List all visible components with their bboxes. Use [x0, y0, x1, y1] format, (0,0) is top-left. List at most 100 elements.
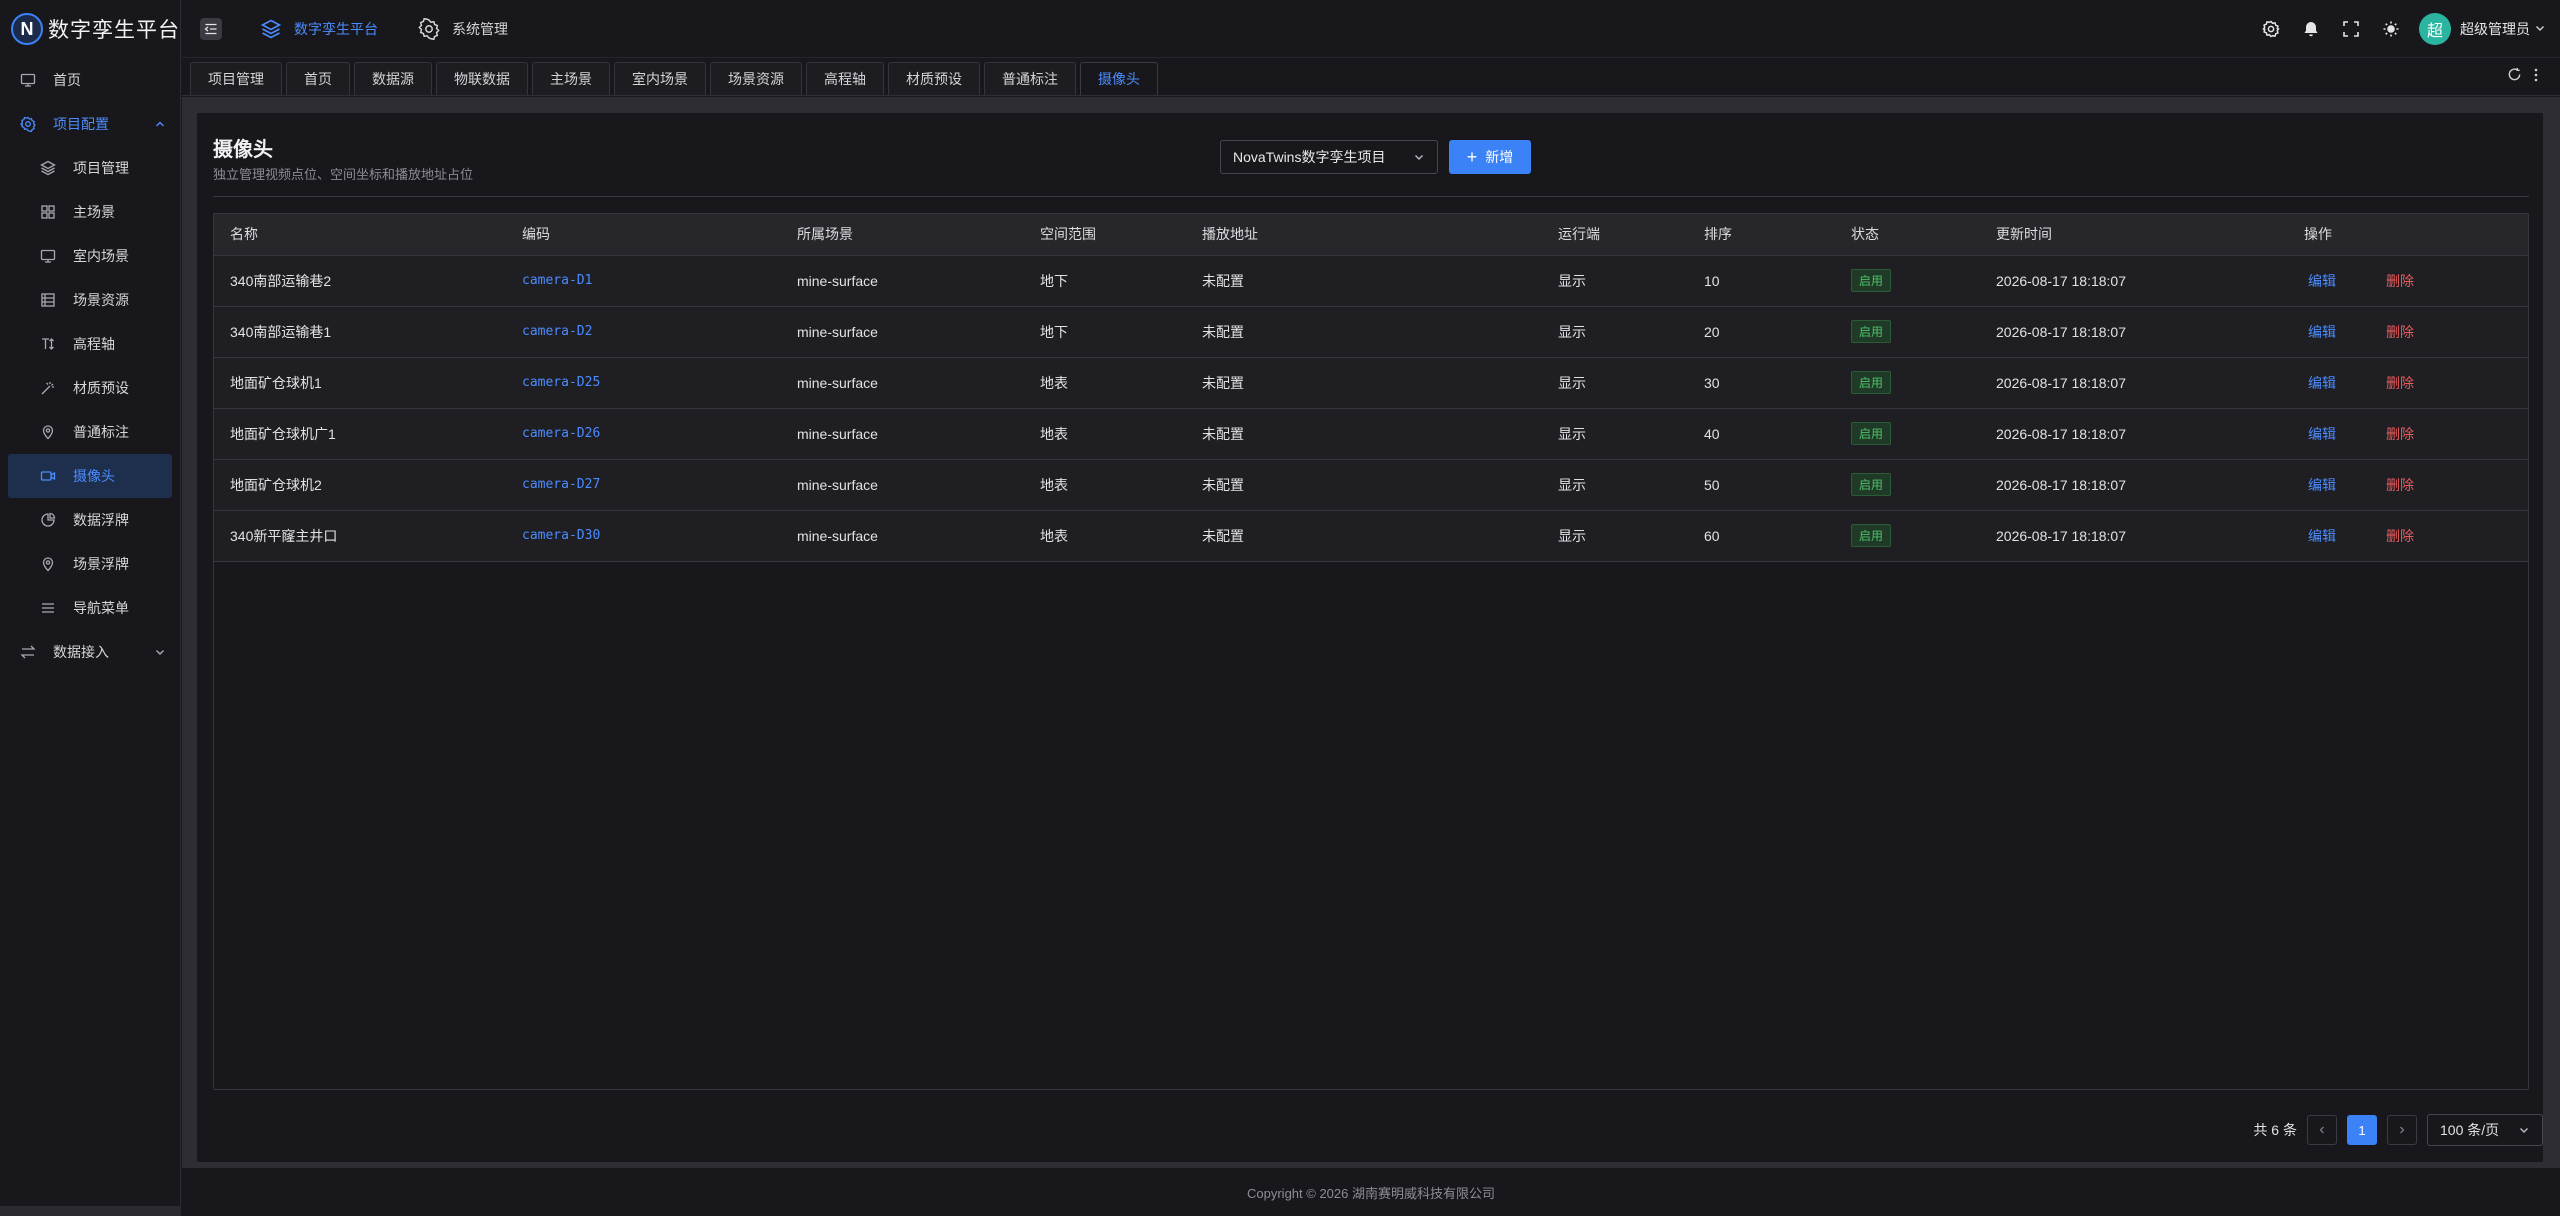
column-header[interactable]: 运行端 [1542, 214, 1688, 256]
camera-table: 名称 编码 所属场景 空间范围 播放地址 运行端 排序 状态 更新时间 操作 3… [213, 213, 2529, 1090]
status-badge: 启用 [1851, 269, 1892, 292]
column-header[interactable]: 更新时间 [1980, 214, 2288, 256]
table-row[interactable]: 340南部运输巷1 camera-D2 mine-surface 地下 未配置 … [214, 306, 2528, 358]
sidebar-item-label: 普通标注 [73, 424, 129, 440]
cell-code[interactable]: camera-D2 [506, 306, 781, 358]
cell-code[interactable]: camera-D30 [506, 510, 781, 562]
fullscreen-icon[interactable] [2341, 19, 2361, 39]
delete-button[interactable]: 删除 [2386, 273, 2414, 289]
chevron-down-icon[interactable] [2534, 21, 2546, 37]
column-header[interactable]: 播放地址 [1186, 214, 1542, 256]
table-row[interactable]: 地面矿仓球机广1 camera-D26 mine-surface 地表 未配置 … [214, 408, 2528, 460]
delete-button[interactable]: 删除 [2386, 477, 2414, 493]
sidebar-item-label: 导航菜单 [73, 600, 129, 616]
cell-code[interactable]: camera-D26 [506, 408, 781, 460]
sidebar-item-data-label[interactable]: 数据浮牌 [0, 498, 180, 542]
sidebar-item-project-manage[interactable]: 项目管理 [0, 146, 180, 190]
sidebar-item-label: 材质预设 [73, 380, 129, 396]
cell-url: 未配置 [1186, 459, 1542, 511]
edit-button[interactable]: 编辑 [2308, 375, 2336, 391]
table-row[interactable]: 地面矿仓球机1 camera-D25 mine-surface 地表 未配置 显… [214, 357, 2528, 409]
sidebar-item-material-preset[interactable]: 材质预设 [0, 366, 180, 410]
sidebar-item-scene-label[interactable]: 场景浮牌 [0, 542, 180, 586]
top-menu-digital-twin[interactable]: 数字孪生平台 [248, 0, 390, 58]
column-header[interactable]: 操作 [2288, 214, 2528, 256]
sidebar-item-project-config[interactable]: 项目配置 [0, 102, 180, 146]
top-menu-system[interactable]: 系统管理 [406, 0, 520, 58]
list-icon [40, 292, 56, 308]
column-header[interactable]: 所属场景 [781, 214, 1024, 256]
cell-code[interactable]: camera-D25 [506, 357, 781, 409]
tab-scene-resource[interactable]: 场景资源 [710, 62, 802, 95]
tab-home[interactable]: 首页 [286, 62, 350, 95]
sidebar-item-label: 摄像头 [73, 468, 115, 484]
theme-sun-icon[interactable] [2381, 19, 2401, 39]
tab-indoor-scene[interactable]: 室内场景 [614, 62, 706, 95]
delete-button[interactable]: 删除 [2386, 426, 2414, 442]
bell-icon[interactable] [2301, 19, 2321, 39]
cell-code[interactable]: camera-D27 [506, 459, 781, 511]
delete-button[interactable]: 删除 [2386, 324, 2414, 340]
sidebar-item-main-scene[interactable]: 主场景 [0, 190, 180, 234]
sidebar-item-home[interactable]: 首页 [0, 58, 180, 102]
table-row[interactable]: 340南部运输巷2 camera-D1 mine-surface 地下 未配置 … [214, 255, 2528, 307]
collapse-sidebar-button[interactable] [200, 17, 222, 40]
tab-iot-data[interactable]: 物联数据 [436, 62, 528, 95]
tab-data-source[interactable]: 数据源 [354, 62, 432, 95]
column-header[interactable]: 名称 [214, 214, 506, 256]
column-header[interactable]: 编码 [506, 214, 781, 256]
edit-button[interactable]: 编辑 [2308, 528, 2336, 544]
cell-actions: 编辑 删除 [2288, 510, 2528, 562]
table-row[interactable]: 地面矿仓球机2 camera-D27 mine-surface 地表 未配置 显… [214, 459, 2528, 511]
tab-camera[interactable]: 摄像头 [1080, 62, 1158, 95]
project-select[interactable]: NovaTwins数字孪生项目 [1220, 140, 1438, 174]
more-vertical-icon[interactable] [2534, 68, 2538, 85]
settings-icon[interactable] [2261, 19, 2281, 39]
delete-button[interactable]: 删除 [2386, 528, 2414, 544]
cell-range: 地下 [1024, 306, 1186, 358]
cell-actions: 编辑 删除 [2288, 255, 2528, 307]
elevation-icon [40, 336, 56, 352]
logo[interactable]: N 数字孪生平台 [0, 0, 180, 58]
tab-annotation[interactable]: 普通标注 [984, 62, 1076, 95]
sidebar-item-label: 场景浮牌 [73, 556, 129, 572]
edit-button[interactable]: 编辑 [2308, 477, 2336, 493]
cell-status: 启用 [1835, 459, 1980, 511]
sidebar-item-label: 数据接入 [53, 644, 109, 660]
cell-order: 50 [1688, 459, 1835, 511]
prev-page-button[interactable] [2307, 1115, 2337, 1145]
tab-elevation[interactable]: 高程轴 [806, 62, 884, 95]
next-page-button[interactable] [2387, 1115, 2417, 1145]
column-header[interactable]: 空间范围 [1024, 214, 1186, 256]
sidebar-item-camera[interactable]: 摄像头 [8, 454, 172, 498]
swap-icon [20, 644, 36, 660]
tab-material-preset[interactable]: 材质预设 [888, 62, 980, 95]
sidebar-item-scene-resource[interactable]: 场景资源 [0, 278, 180, 322]
sidebar-item-annotation[interactable]: 普通标注 [0, 410, 180, 454]
sidebar-item-data-access[interactable]: 数据接入 [0, 630, 180, 674]
edit-button[interactable]: 编辑 [2308, 273, 2336, 289]
header-toolbar: 超 超级管理员 [2251, 0, 2546, 58]
sidebar-item-nav-menu[interactable]: 导航菜单 [0, 586, 180, 630]
cell-scene: mine-surface [781, 510, 1024, 562]
sidebar-item-elevation[interactable]: 高程轴 [0, 322, 180, 366]
avatar[interactable]: 超 [2419, 13, 2451, 45]
page-size-select[interactable]: 100 条/页 [2427, 1114, 2543, 1146]
edit-button[interactable]: 编辑 [2308, 324, 2336, 340]
add-button[interactable]: + 新增 [1449, 140, 1531, 174]
tab-project-manage[interactable]: 项目管理 [190, 62, 282, 95]
delete-button[interactable]: 删除 [2386, 375, 2414, 391]
tab-main-scene[interactable]: 主场景 [532, 62, 610, 95]
cell-scene: mine-surface [781, 459, 1024, 511]
column-header[interactable]: 状态 [1835, 214, 1980, 256]
sidebar-item-indoor-scene[interactable]: 室内场景 [0, 234, 180, 278]
refresh-icon[interactable] [2507, 67, 2522, 85]
sidebar-scrollbar[interactable] [0, 1206, 181, 1216]
table-row[interactable]: 340新平窿主井口 camera-D30 mine-surface 地表 未配置… [214, 510, 2528, 562]
user-name[interactable]: 超级管理员 [2460, 19, 2530, 39]
column-header[interactable]: 排序 [1688, 214, 1835, 256]
page-number-button[interactable]: 1 [2347, 1115, 2377, 1145]
edit-button[interactable]: 编辑 [2308, 426, 2336, 442]
sidebar-item-label: 场景资源 [73, 292, 129, 308]
cell-code[interactable]: camera-D1 [506, 255, 781, 307]
